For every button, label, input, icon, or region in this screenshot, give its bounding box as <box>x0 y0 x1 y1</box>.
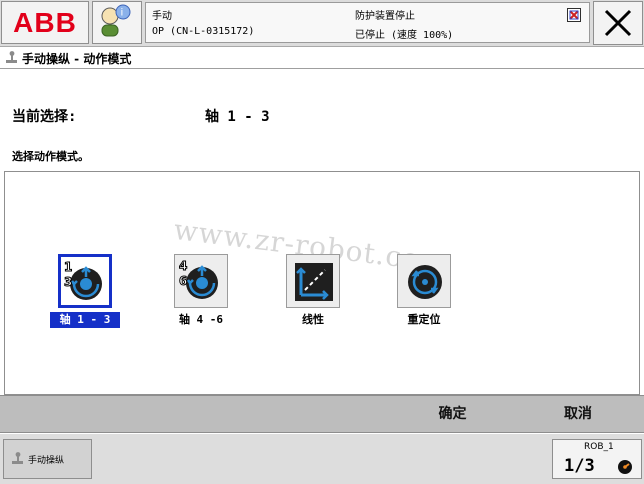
status-state: 已停止 (速度 100%) <box>355 30 454 41</box>
current-selection-label: 当前选择: <box>12 109 77 125</box>
svg-text:4: 4 <box>179 259 187 273</box>
mode-label: 线性 <box>302 313 324 326</box>
taskbar: 手动操纵 ROB_1 1/3 <box>0 434 644 484</box>
axis-4-6-icon: 4 6 <box>179 259 218 299</box>
mode-label: 重定位 <box>407 313 441 326</box>
jogging-task-button[interactable]: 手动操纵 <box>3 439 92 479</box>
current-selection-value: 轴 1 - 3 <box>205 109 270 125</box>
status-mode: 手动 <box>152 11 172 22</box>
abb-logo: ABB <box>13 7 77 38</box>
info-person-icon: i <box>101 4 131 37</box>
jogging-task-label: 手动操纵 <box>28 456 65 466</box>
reorient-icon <box>408 265 442 299</box>
mode-label: 轴 4 -6 <box>178 313 224 326</box>
page-header: 手动操纵 - 动作模式 <box>0 47 644 69</box>
robot-fraction: 1/3 <box>564 456 595 476</box>
action-bar: 确定 取消 <box>0 395 644 433</box>
ok-button[interactable]: 确定 <box>410 396 495 432</box>
instruction-text: 选择动作模式。 <box>12 150 89 163</box>
mode-axis-1-3[interactable]: 1 3 轴 1 - 3 <box>50 250 120 330</box>
abb-menu-button[interactable]: ABB <box>1 1 89 44</box>
info-button[interactable]: i <box>92 1 142 44</box>
linear-icon <box>295 263 333 301</box>
close-button[interactable] <box>593 1 643 45</box>
status-safety: 防护装置停止 <box>355 11 415 22</box>
status-panel[interactable]: 手动 OP (CN-L-0315172) 防护装置停止 已停止 (速度 100%… <box>145 2 590 43</box>
joystick-icon <box>12 452 23 464</box>
svg-text:i: i <box>121 8 124 19</box>
svg-text:3: 3 <box>64 275 72 289</box>
svg-text:1: 1 <box>64 260 72 274</box>
mode-axis-4-6[interactable]: 4 6 轴 4 -6 <box>166 250 236 330</box>
robot-status-button[interactable]: ROB_1 1/3 <box>552 439 642 479</box>
mode-reorient[interactable]: 重定位 <box>389 250 459 330</box>
status-controller: OP (CN-L-0315172) <box>152 26 255 37</box>
close-icon <box>604 9 632 37</box>
axis-1-3-icon: 1 3 <box>64 260 102 300</box>
warning-icon <box>567 8 581 22</box>
svg-text:6: 6 <box>179 274 187 288</box>
mode-linear[interactable]: 线性 <box>278 250 348 330</box>
page-title: 手动操纵 - 动作模式 <box>22 52 132 66</box>
joystick-icon <box>6 51 17 63</box>
cancel-button[interactable]: 取消 <box>533 396 623 432</box>
robot-speed-icon <box>618 460 632 474</box>
robot-label: ROB_1 <box>584 442 614 452</box>
mode-label: 轴 1 - 3 <box>50 312 120 328</box>
